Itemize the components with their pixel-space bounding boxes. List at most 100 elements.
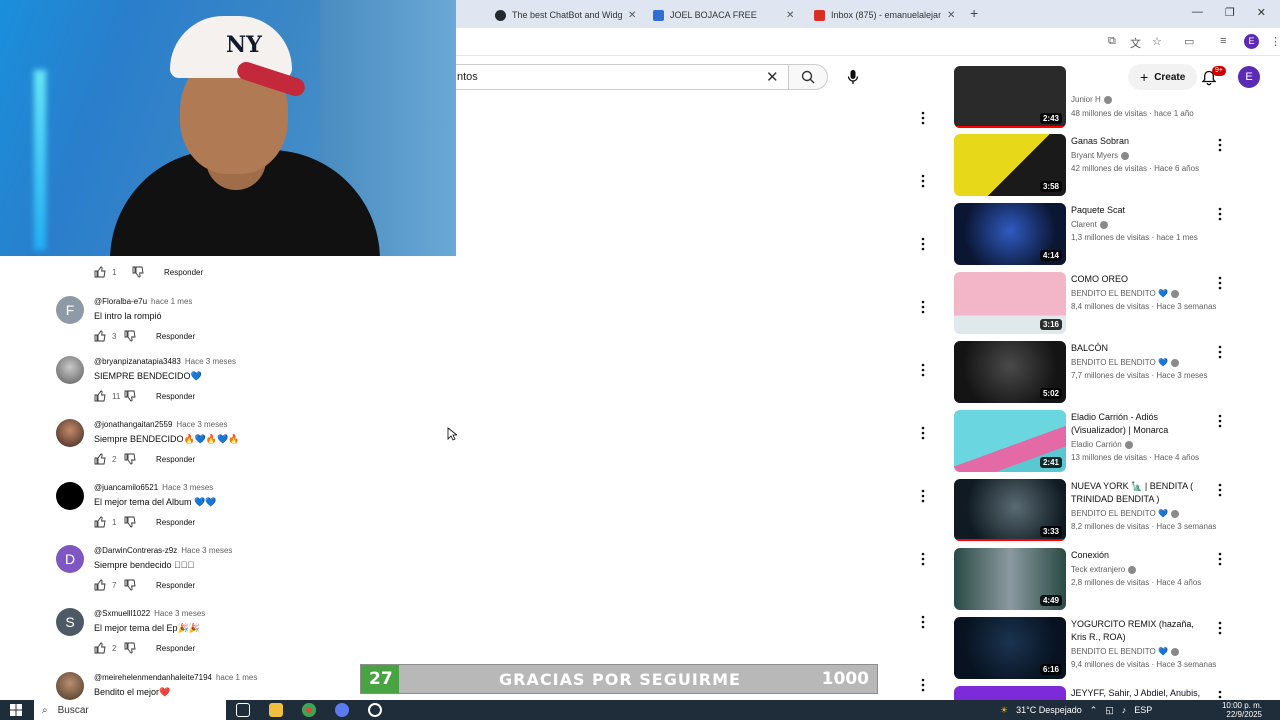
avatar[interactable]: [56, 419, 84, 447]
comment-time[interactable]: Hace 3 meses: [185, 357, 236, 366]
avatar[interactable]: S: [56, 608, 84, 636]
like-icon[interactable]: [94, 330, 106, 342]
related-video[interactable]: 3:16 COMO OREO BENDITO EL BENDITO 💙 8,4 …: [954, 272, 1224, 336]
taskbar-search[interactable]: ⌕ Buscar: [34, 700, 226, 720]
like-icon[interactable]: [94, 266, 106, 278]
more-actions-icon[interactable]: [1216, 483, 1224, 497]
volume-icon[interactable]: ♪: [1122, 705, 1127, 715]
more-actions-icon[interactable]: [919, 426, 927, 440]
video-title[interactable]: COMO OREO: [1071, 273, 1211, 286]
comment-time[interactable]: hace 1 mes: [151, 297, 192, 306]
like-icon[interactable]: [94, 579, 106, 591]
more-actions-icon[interactable]: [1216, 552, 1224, 566]
more-actions-icon[interactable]: [919, 111, 927, 125]
close-tab-icon[interactable]: ✕: [786, 10, 794, 21]
related-video-partial[interactable]: 2:43 Junior H 48 millones de visitas · h…: [954, 66, 1224, 130]
like-icon[interactable]: [94, 453, 106, 465]
cast-icon[interactable]: ⧉: [1108, 35, 1116, 48]
video-title[interactable]: YOGURCITO REMIX (hazaña, Kris R., ROA): [1071, 618, 1211, 644]
browser-menu-icon[interactable]: ⋮: [1270, 35, 1280, 48]
comment-time[interactable]: Hace 3 meses: [176, 420, 227, 429]
reply-button[interactable]: Responder: [156, 581, 195, 590]
comment-author[interactable]: @meirehelenmendanhaleite7194: [94, 673, 212, 682]
bookmark-star-icon[interactable]: ☆: [1152, 35, 1162, 48]
dislike-icon[interactable]: [124, 330, 136, 342]
reply-button[interactable]: Responder: [156, 455, 195, 464]
dislike-icon[interactable]: [124, 579, 136, 591]
dislike-icon[interactable]: [124, 516, 136, 528]
more-actions-icon[interactable]: [919, 678, 927, 692]
obs-icon[interactable]: [368, 703, 382, 717]
video-title[interactable]: Eladio Carrión - Adiós (Visualizador) | …: [1071, 411, 1211, 437]
avatar[interactable]: [56, 672, 84, 700]
video-thumbnail[interactable]: 2:41: [954, 410, 1066, 472]
reply-button[interactable]: Responder: [164, 268, 203, 277]
related-video[interactable]: 3:33 NUEVA YORK 🗽 | BENDITA ( TRINIDAD B…: [954, 479, 1224, 543]
more-actions-icon[interactable]: [1216, 414, 1224, 428]
reply-button[interactable]: Responder: [156, 644, 195, 653]
related-video[interactable]: 6:16 YOGURCITO REMIX (hazaña, Kris R., R…: [954, 617, 1224, 681]
account-avatar[interactable]: E: [1238, 66, 1260, 88]
more-actions-icon[interactable]: [1216, 690, 1224, 700]
channel-name[interactable]: Junior H: [1071, 95, 1101, 104]
chrome-icon[interactable]: [302, 703, 316, 717]
reply-button[interactable]: Responder: [156, 332, 195, 341]
channel-name[interactable]: BENDITO EL BENDITO 💙: [1071, 358, 1168, 367]
more-actions-icon[interactable]: [919, 615, 927, 629]
close-tab-icon[interactable]: ✕: [947, 10, 955, 21]
close-tab-icon[interactable]: ✕: [628, 10, 636, 21]
channel-name[interactable]: Clarent: [1071, 220, 1097, 229]
search-button[interactable]: [788, 64, 828, 90]
video-title[interactable]: BALCÓN: [1071, 342, 1211, 355]
file-explorer-icon[interactable]: [269, 703, 283, 717]
related-video[interactable]: 3:58 Ganas Sobran Bryant Myers 42 millon…: [954, 134, 1224, 198]
more-actions-icon[interactable]: [1216, 621, 1224, 635]
video-title[interactable]: Ganas Sobran: [1071, 135, 1211, 148]
window-close-icon[interactable]: ✕: [1257, 6, 1266, 19]
translate-icon[interactable]: 文: [1130, 35, 1141, 51]
dislike-icon[interactable]: [132, 266, 144, 278]
video-thumbnail[interactable]: 6:16: [954, 617, 1066, 679]
more-actions-icon[interactable]: [1216, 276, 1224, 290]
network-icon[interactable]: ◱: [1105, 705, 1114, 716]
video-thumbnail[interactable]: 3:33: [954, 479, 1066, 541]
related-video[interactable]: 4:49 Conexión Teck extranjero 2,8 millon…: [954, 548, 1224, 612]
comment-time[interactable]: Hace 3 meses: [154, 609, 205, 618]
dislike-icon[interactable]: [124, 642, 136, 654]
more-actions-icon[interactable]: [919, 237, 927, 251]
video-thumbnail[interactable]: 4:49: [954, 548, 1066, 610]
related-video[interactable]: 2:41 Eladio Carrión - Adiós (Visualizado…: [954, 410, 1224, 474]
comment-time[interactable]: Hace 3 meses: [181, 546, 232, 555]
new-tab-button[interactable]: +: [970, 5, 978, 21]
related-video[interactable]: 5:02 BALCÓN BENDITO EL BENDITO 💙 7,7 mil…: [954, 341, 1224, 405]
like-icon[interactable]: [94, 516, 106, 528]
more-actions-icon[interactable]: [919, 300, 927, 314]
avatar[interactable]: D: [56, 545, 84, 573]
video-thumbnail[interactable]: 2:43: [954, 66, 1066, 128]
video-thumbnail[interactable]: 3:58: [954, 134, 1066, 196]
create-button[interactable]: + Create: [1128, 64, 1198, 90]
channel-name[interactable]: Bryant Myers: [1071, 151, 1118, 160]
comment-author[interactable]: @DarwinContreras-z9z: [94, 546, 177, 555]
video-title[interactable]: JEYYFF, Sahir, J Abdiel, Anubis,: [1071, 687, 1211, 700]
related-video-partial[interactable]: JEYYFF, Sahir, J Abdiel, Anubis,: [954, 686, 1224, 700]
like-icon[interactable]: [94, 390, 106, 402]
browser-profile-avatar[interactable]: E: [1244, 34, 1259, 49]
comment-time[interactable]: hace 1 mes: [216, 673, 257, 682]
taskbar-clock[interactable]: 10:00 p. m. 22/9/2025: [1212, 701, 1262, 719]
browser-tab[interactable]: JOEL BOJACA FREE ✕: [653, 4, 794, 26]
comment-author[interactable]: @Sxmuelll1022: [94, 609, 150, 618]
dislike-icon[interactable]: [124, 390, 136, 402]
more-actions-icon[interactable]: [1216, 138, 1224, 152]
avatar[interactable]: F: [56, 296, 84, 324]
channel-name[interactable]: Eladio Carrión: [1071, 440, 1122, 449]
tab-search-icon[interactable]: ▭: [1184, 35, 1194, 48]
comment-author[interactable]: @jonathangaitan2559: [94, 420, 172, 429]
channel-name[interactable]: Teck extranjero: [1071, 565, 1125, 574]
avatar[interactable]: [56, 482, 84, 510]
comment-author[interactable]: @Floralba-e7u: [94, 297, 147, 306]
channel-name[interactable]: BENDITO EL BENDITO 💙: [1071, 647, 1168, 656]
video-title[interactable]: NUEVA YORK 🗽 | BENDITA ( TRINIDAD BENDIT…: [1071, 480, 1211, 506]
browser-tab[interactable]: The best ChatBot and Widgets ✕: [495, 4, 636, 26]
task-view-icon[interactable]: [236, 703, 250, 717]
